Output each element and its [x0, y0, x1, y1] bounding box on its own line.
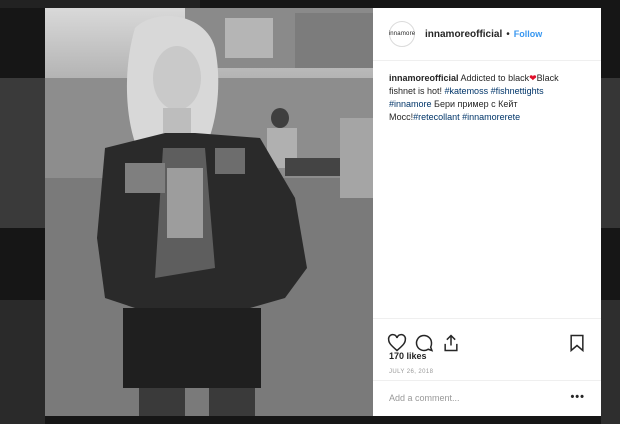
post-caption: innamoreofficial Addicted to black❤Black… [389, 72, 585, 124]
post-date: JULY 26, 2018 [389, 369, 434, 375]
post-sidebar: innamore innamoreofficial • Follow innam… [373, 8, 601, 416]
header-separator: • [506, 28, 510, 40]
post-photo[interactable] [45, 8, 373, 416]
hashtag-link[interactable]: #katemoss [445, 86, 489, 96]
likes-count[interactable]: 170 likes [389, 351, 427, 361]
avatar[interactable]: innamore [389, 21, 415, 47]
hashtag-link[interactable]: #innamorerete [462, 112, 520, 122]
heart-emoji-icon: ❤ [529, 73, 537, 83]
add-comment-input[interactable]: Add a comment... [389, 393, 460, 403]
header-username[interactable]: innamoreofficial [425, 29, 502, 40]
more-options-icon[interactable]: ••• [570, 391, 585, 403]
hashtag-link[interactable]: #fishnettights [491, 86, 544, 96]
post-modal: innamore innamoreofficial • Follow innam… [45, 8, 601, 416]
like-heart-icon[interactable] [387, 333, 407, 353]
post-header: innamore innamoreofficial • Follow [373, 8, 601, 61]
share-icon[interactable] [441, 333, 461, 353]
comment-icon[interactable] [414, 333, 434, 353]
hashtag-link[interactable]: #innamore [389, 99, 432, 109]
caption-username[interactable]: innamoreofficial [389, 73, 459, 83]
post-photo-image [45, 8, 373, 416]
bookmark-icon[interactable] [567, 333, 587, 353]
caption-text: Addicted to black [460, 73, 530, 83]
comment-bar: Add a comment... ••• [373, 380, 601, 417]
follow-button[interactable]: Follow [514, 29, 543, 39]
hashtag-link[interactable]: #retecollant [413, 112, 460, 122]
